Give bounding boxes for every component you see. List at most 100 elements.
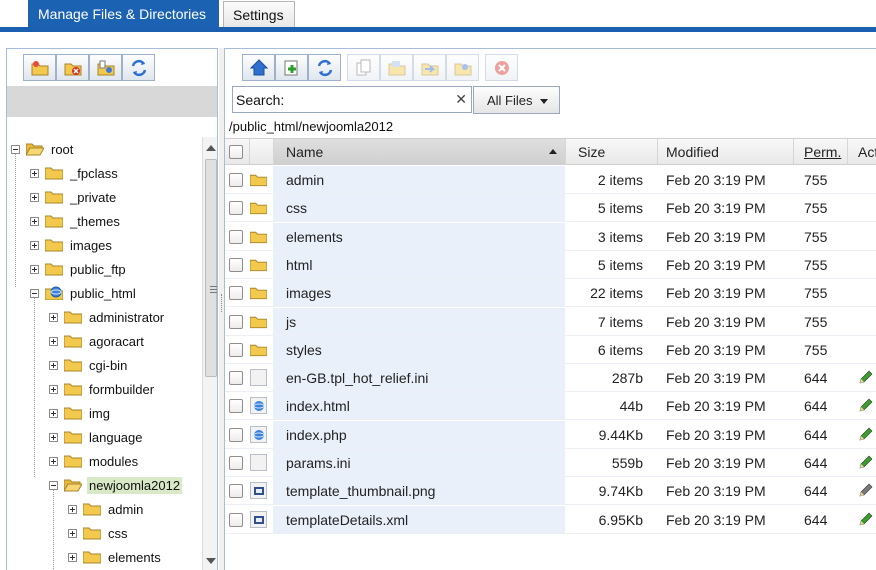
new-file-button[interactable]: [275, 54, 308, 81]
file-name[interactable]: index.php: [286, 427, 347, 443]
copy-button[interactable]: [347, 54, 380, 81]
file-name[interactable]: en-GB.tpl_hot_relief.ini: [286, 370, 428, 386]
tab-manage-files[interactable]: Manage Files & Directories: [28, 0, 219, 28]
expand-icon[interactable]: [68, 504, 77, 514]
row-checkbox[interactable]: [229, 399, 243, 414]
expand-icon[interactable]: [49, 312, 58, 322]
expand-icon[interactable]: [30, 168, 39, 178]
file-name[interactable]: templateDetails.xml: [286, 512, 408, 528]
file-name[interactable]: js: [286, 314, 296, 330]
name-column-header[interactable]: Name: [273, 139, 565, 165]
row-checkbox[interactable]: [229, 427, 243, 442]
folder-properties-button[interactable]: [89, 54, 122, 81]
tree-node[interactable]: public_html: [30, 281, 138, 305]
row-checkbox[interactable]: [229, 314, 243, 329]
table-row[interactable]: index.html 44b Feb 20 3:19 PM 644: [225, 392, 876, 421]
tree-node[interactable]: public_ftp: [30, 257, 128, 281]
table-row[interactable]: styles 6 items Feb 20 3:19 PM 755: [225, 335, 876, 364]
row-checkbox[interactable]: [229, 201, 243, 216]
row-checkbox[interactable]: [229, 173, 243, 187]
delete-button[interactable]: [485, 54, 518, 81]
table-row[interactable]: html 5 items Feb 20 3:19 PM 755: [225, 250, 876, 279]
table-row[interactable]: en-GB.tpl_hot_relief.ini 287b Feb 20 3:19 …: [225, 364, 876, 393]
tree-node[interactable]: images: [30, 233, 114, 257]
file-name[interactable]: index.html: [286, 398, 350, 414]
file-type-filter[interactable]: All Files: [473, 86, 560, 114]
file-name[interactable]: template_thumbnail.png: [286, 483, 435, 499]
collapse-icon[interactable]: [30, 288, 39, 298]
table-row[interactable]: elements 3 items Feb 20 3:19 PM 755: [225, 222, 876, 251]
file-name[interactable]: images: [286, 285, 331, 301]
expand-icon[interactable]: [30, 264, 39, 274]
move-button[interactable]: [413, 54, 446, 81]
file-name[interactable]: styles: [286, 342, 322, 358]
expand-icon[interactable]: [68, 528, 77, 538]
tree-node[interactable]: cgi-bin: [49, 353, 129, 377]
edit-pencil-icon[interactable]: [858, 511, 874, 527]
collapse-icon[interactable]: [49, 480, 58, 490]
file-name[interactable]: css: [286, 200, 307, 216]
edit-pencil-icon[interactable]: [858, 369, 874, 385]
tree-node[interactable]: modules: [49, 449, 140, 473]
table-row[interactable]: images 22 items Feb 20 3:19 PM 755: [225, 279, 876, 308]
edit-pencil-icon[interactable]: [858, 482, 874, 498]
scroll-up-icon[interactable]: [206, 145, 216, 151]
home-button[interactable]: [242, 54, 275, 81]
table-row[interactable]: templateDetails.xml 6.95Kb Feb 20 3:19 PM 6…: [225, 505, 876, 534]
size-column-header[interactable]: Size: [565, 139, 657, 165]
tree-node[interactable]: language: [49, 425, 145, 449]
refresh-files-button[interactable]: [308, 54, 341, 81]
file-name[interactable]: elements: [286, 229, 343, 245]
delete-folder-button[interactable]: [56, 54, 89, 81]
tree-node[interactable]: _themes: [30, 209, 122, 233]
row-checkbox[interactable]: [229, 456, 243, 470]
tree-node[interactable]: img: [49, 401, 112, 425]
expand-icon[interactable]: [49, 408, 58, 418]
expand-icon[interactable]: [49, 432, 58, 442]
file-name[interactable]: html: [286, 257, 312, 273]
tree-node[interactable]: administrator: [49, 305, 166, 329]
table-row[interactable]: css 5 items Feb 20 3:19 PM 755: [225, 194, 876, 223]
file-name[interactable]: admin: [286, 172, 324, 188]
table-row[interactable]: js 7 items Feb 20 3:19 PM 755: [225, 307, 876, 336]
tree-scrollbar[interactable]: [202, 137, 217, 570]
scroll-thumb[interactable]: [205, 159, 217, 377]
table-row[interactable]: template_thumbnail.png 9.74Kb Feb 20 3:19 …: [225, 477, 876, 506]
expand-icon[interactable]: [49, 336, 58, 346]
table-row[interactable]: admin 2 items Feb 20 3:19 PM 755: [225, 166, 876, 194]
search-input[interactable]: [236, 90, 451, 110]
tree-node[interactable]: root: [11, 137, 75, 161]
tree-node[interactable]: elements: [68, 545, 163, 569]
expand-icon[interactable]: [30, 216, 39, 226]
select-all-checkbox[interactable]: [229, 145, 243, 159]
table-row[interactable]: index.php 9.44Kb Feb 20 3:19 PM 644: [225, 420, 876, 449]
modified-column-header[interactable]: Modified: [657, 139, 793, 165]
tree-node[interactable]: formbuilder: [49, 377, 156, 401]
rename-button[interactable]: [446, 54, 479, 81]
tree-node[interactable]: newjoomla2012: [49, 473, 183, 497]
expand-icon[interactable]: [49, 456, 58, 466]
expand-icon[interactable]: [49, 360, 58, 370]
new-folder-button[interactable]: [23, 54, 56, 81]
expand-icon[interactable]: [68, 552, 77, 562]
search-field[interactable]: ✕: [232, 86, 472, 113]
tree-node[interactable]: css: [68, 521, 130, 545]
row-checkbox[interactable]: [229, 229, 243, 244]
row-checkbox[interactable]: [229, 257, 243, 272]
scroll-down-icon[interactable]: [206, 558, 216, 564]
tree-node[interactable]: _fpclass: [30, 161, 120, 185]
tree-node[interactable]: admin: [68, 497, 145, 521]
refresh-tree-button[interactable]: [122, 54, 155, 81]
row-checkbox[interactable]: [229, 512, 243, 527]
tree-node[interactable]: agoracart: [49, 329, 146, 353]
expand-icon[interactable]: [30, 240, 39, 250]
row-checkbox[interactable]: [229, 371, 243, 386]
tree-node[interactable]: _private: [30, 185, 118, 209]
collapse-icon[interactable]: [11, 144, 20, 154]
table-row[interactable]: params.ini 559b Feb 20 3:19 PM 644: [225, 449, 876, 477]
row-checkbox[interactable]: [229, 484, 243, 499]
row-checkbox[interactable]: [229, 286, 243, 301]
file-name[interactable]: params.ini: [286, 455, 351, 471]
edit-pencil-icon[interactable]: [858, 426, 874, 442]
row-checkbox[interactable]: [229, 342, 243, 357]
